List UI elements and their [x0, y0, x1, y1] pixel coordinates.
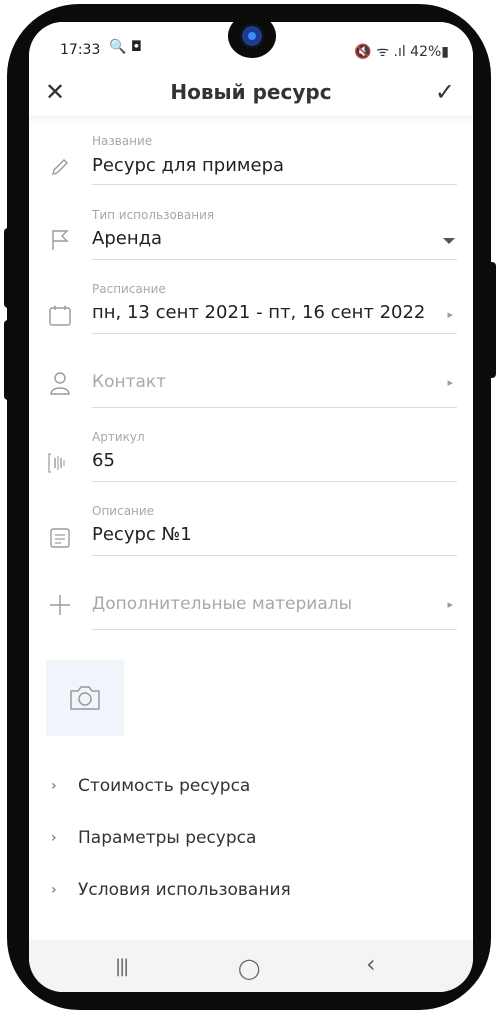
description-label: Описание	[92, 504, 155, 518]
section-conditions[interactable]: › Условия использования	[29, 878, 473, 908]
divider	[92, 555, 457, 556]
usage-type-value[interactable]: Аренда	[92, 228, 162, 249]
section-title: Условия использования	[78, 880, 291, 900]
divider	[92, 259, 457, 260]
materials-field[interactable]: Дополнительные материалы ▸	[29, 560, 473, 634]
flag-icon	[47, 227, 73, 253]
usage-type-field[interactable]: Тип использования Аренда	[29, 190, 473, 264]
back-button[interactable]: ‹	[366, 950, 376, 978]
side-button	[488, 262, 496, 378]
article-label: Артикул	[92, 430, 145, 444]
divider	[92, 407, 457, 408]
divider	[92, 333, 457, 334]
app-bar: ✕ Новый ресурс ✓	[29, 70, 473, 116]
front-camera	[228, 14, 276, 58]
article-value[interactable]: 65	[92, 450, 115, 471]
status-time: 17:33	[60, 42, 101, 58]
confirm-icon[interactable]: ✓	[435, 78, 455, 106]
schedule-value[interactable]: пн, 13 сент 2021 - пт, 16 сент 2022	[92, 302, 425, 323]
status-right-icons: 🔇 ᯤ .ıl 42%▮	[354, 44, 449, 60]
section-params[interactable]: › Параметры ресурса	[29, 826, 473, 856]
pencil-icon	[47, 154, 73, 180]
materials-placeholder[interactable]: Дополнительные материалы	[92, 594, 352, 614]
usage-type-label: Тип использования	[92, 208, 215, 222]
name-field[interactable]: Название Ресурс для примера	[29, 116, 473, 188]
divider	[92, 629, 457, 630]
section-cost[interactable]: › Стоимость ресурса	[29, 774, 473, 804]
chevron-right-icon: ›	[51, 882, 57, 898]
description-field[interactable]: Описание Ресурс №1	[29, 486, 473, 560]
name-value[interactable]: Ресурс для примера	[92, 155, 284, 176]
schedule-field[interactable]: Расписание пн, 13 сент 2021 - пт, 16 сен…	[29, 264, 473, 338]
schedule-label: Расписание	[92, 282, 166, 296]
page-title: Новый ресурс	[170, 80, 332, 104]
screen: 17:33 🔍 ◘ 🔇 ᯤ .ıl 42%▮ ✕ Новый ресурс ✓ …	[29, 22, 473, 992]
name-label: Название	[92, 134, 153, 148]
contact-field[interactable]: Контакт ▸	[29, 338, 473, 412]
power-button	[4, 320, 12, 400]
recents-button[interactable]: |||	[115, 956, 129, 977]
camera-icon	[70, 686, 100, 710]
article-field[interactable]: Артикул 65	[29, 412, 473, 486]
barcode-icon	[47, 450, 73, 476]
chevron-right-icon: ›	[51, 778, 57, 794]
dropdown-arrow-icon[interactable]	[443, 238, 455, 244]
contact-placeholder[interactable]: Контакт	[92, 372, 166, 392]
document-icon	[47, 525, 73, 551]
system-nav-bar: ||| ◯ ‹	[29, 940, 473, 992]
chevron-right-icon: ▸	[447, 308, 453, 321]
chevron-right-icon: ›	[51, 830, 57, 846]
home-button[interactable]: ◯	[238, 956, 260, 980]
status-left-icons: 🔍 ◘	[109, 39, 142, 55]
section-title: Стоимость ресурса	[78, 776, 251, 796]
divider	[92, 184, 457, 185]
section-title: Параметры ресурса	[78, 828, 257, 848]
person-icon	[47, 370, 73, 396]
divider	[92, 481, 457, 482]
plus-icon	[47, 592, 73, 618]
add-photo-button[interactable]	[46, 660, 124, 736]
volume-button	[4, 228, 12, 308]
calendar-icon	[47, 303, 73, 329]
description-value[interactable]: Ресурс №1	[92, 524, 192, 545]
chevron-right-icon: ▸	[447, 376, 453, 389]
chevron-right-icon: ▸	[447, 598, 453, 611]
